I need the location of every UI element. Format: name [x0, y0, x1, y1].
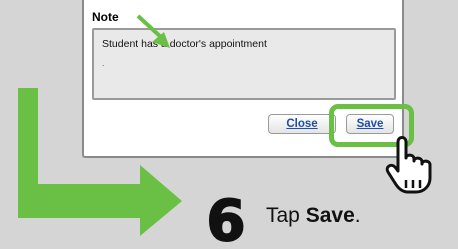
- step-number-badge: 6: [206, 192, 247, 244]
- instruction-caption: Tap Save.: [266, 204, 361, 228]
- caption-suffix: .: [354, 204, 361, 227]
- pointing-hand-icon: [385, 136, 432, 194]
- caption-prefix: Tap: [266, 204, 306, 227]
- step-number: 6: [207, 192, 246, 244]
- caption-action: Save: [305, 204, 355, 227]
